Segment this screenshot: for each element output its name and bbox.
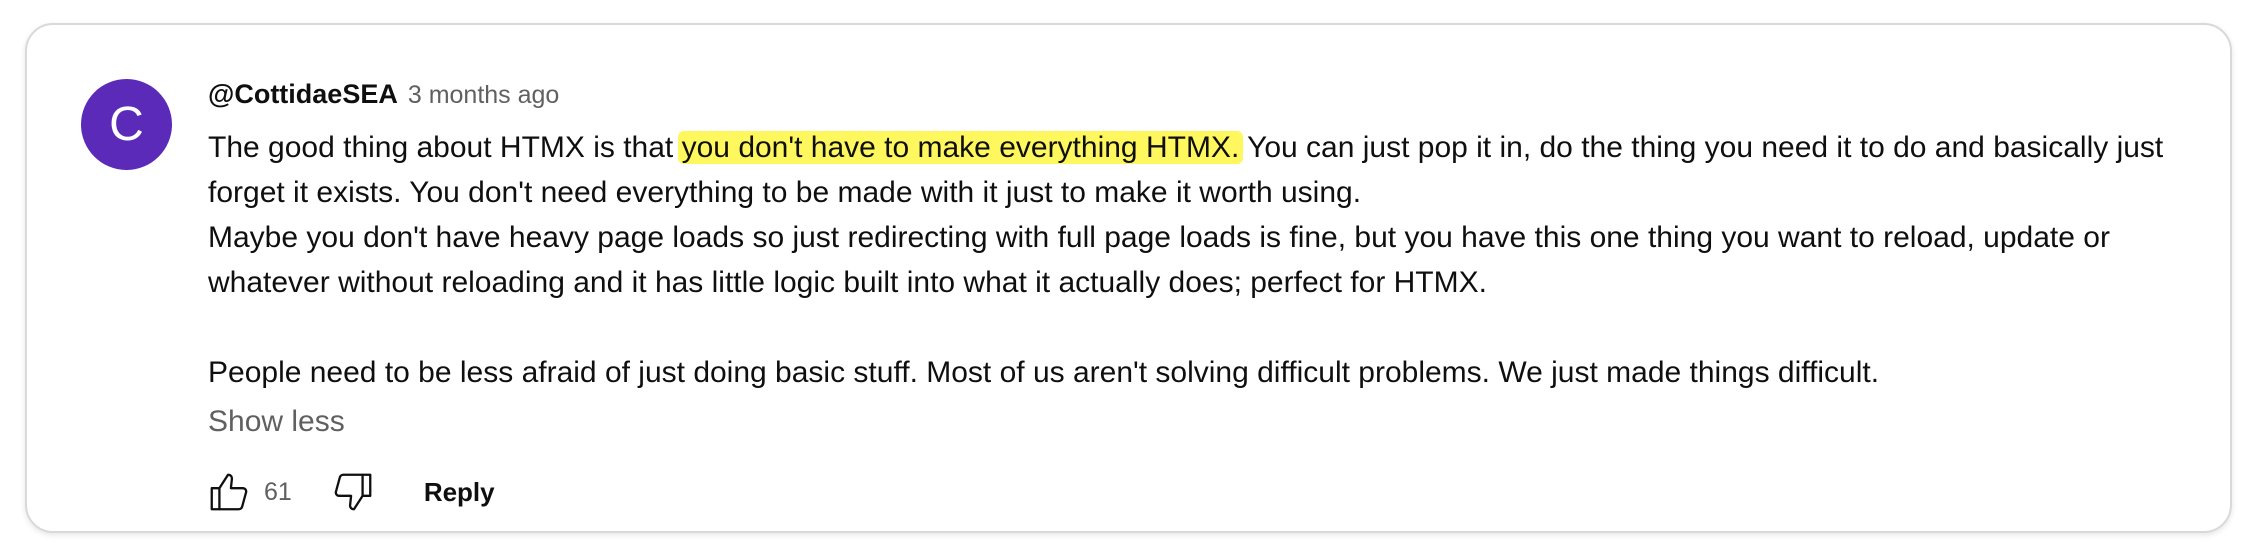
comment-timestamp[interactable]: 3 months ago (408, 81, 560, 110)
comment-card: C @CottidaeSEA 3 months ago The good thi… (25, 23, 2232, 533)
dislike-button[interactable] (326, 465, 380, 519)
comment-header: @CottidaeSEA 3 months ago (208, 79, 2218, 119)
avatar-letter: C (109, 98, 144, 151)
reply-button[interactable]: Reply (424, 477, 495, 508)
comment-body: @CottidaeSEA 3 months ago The good thing… (208, 79, 2218, 519)
show-less-button[interactable]: Show less (208, 405, 345, 439)
author-name[interactable]: @CottidaeSEA (208, 79, 398, 110)
like-button[interactable] (202, 465, 256, 519)
avatar[interactable]: C (81, 79, 172, 170)
thumbs-down-icon (334, 473, 372, 511)
thumbs-up-icon (210, 473, 248, 511)
comment-paragraph-3: People need to be less afraid of just do… (208, 356, 1880, 389)
like-count: 61 (264, 477, 292, 506)
paragraph-1-text-start: The good thing about HTMX is that (208, 131, 674, 164)
highlighted-text: you don't have to make everything HTMX. (677, 131, 1244, 164)
comment-paragraph-2: Maybe you don't have heavy page loads so… (208, 221, 2110, 299)
comment-actions: 61 Reply (208, 465, 2218, 519)
comment-paragraph-1: The good thing about HTMX is that you do… (208, 125, 2218, 215)
comment-text: The good thing about HTMX is that you do… (208, 125, 2218, 395)
